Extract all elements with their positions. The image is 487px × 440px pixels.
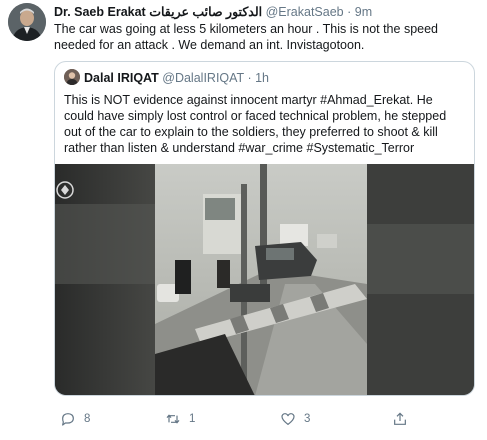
quoted-video-thumbnail[interactable] <box>55 164 474 395</box>
share-button[interactable] <box>392 409 408 429</box>
quoted-tweet-header: Dalal IRIQAT @DalalIRIQAT · 1h <box>64 69 269 87</box>
like-button[interactable]: 3 <box>280 409 310 429</box>
quoted-tweet-text: This is NOT evidence against innocent ma… <box>64 93 447 155</box>
author-name-arabic[interactable]: الدكتور صائب عريقات <box>149 5 262 19</box>
reply-button[interactable]: 8 <box>60 409 90 429</box>
quoted-timestamp: 1h <box>255 71 270 85</box>
separator-dot: · <box>247 71 252 85</box>
like-count: 3 <box>304 413 311 425</box>
heart-icon <box>280 411 296 427</box>
quoted-author-name: Dalal IRIQAT <box>84 71 159 85</box>
tweet-actions: 8 1 3 <box>54 409 474 429</box>
quoted-tweet[interactable]: Dalal IRIQAT @DalalIRIQAT · 1h This is N… <box>54 61 475 396</box>
reply-count: 8 <box>84 413 91 425</box>
quoted-author-avatar <box>64 69 80 85</box>
retweet-icon <box>165 411 181 427</box>
tweet-text: The car was going at less 5 kilometers a… <box>54 22 438 52</box>
retweet-count: 1 <box>189 413 196 425</box>
quoted-author-handle: @DalalIRIQAT <box>162 71 244 85</box>
tweet-header: Dr. Saeb Erakat الدكتور صائب عريقات @Era… <box>54 4 372 20</box>
tweet-timestamp[interactable]: 9m <box>355 5 372 19</box>
author-handle[interactable]: @ErakatSaeb <box>266 5 344 19</box>
separator-dot: · <box>347 5 352 19</box>
author-avatar[interactable] <box>8 3 46 41</box>
reply-icon <box>60 411 76 427</box>
author-name[interactable]: Dr. Saeb Erakat <box>54 5 146 19</box>
tweet[interactable]: Dr. Saeb Erakat الدكتور صائب عريقات @Era… <box>0 0 487 440</box>
share-icon <box>392 411 408 427</box>
retweet-button[interactable]: 1 <box>165 409 195 429</box>
